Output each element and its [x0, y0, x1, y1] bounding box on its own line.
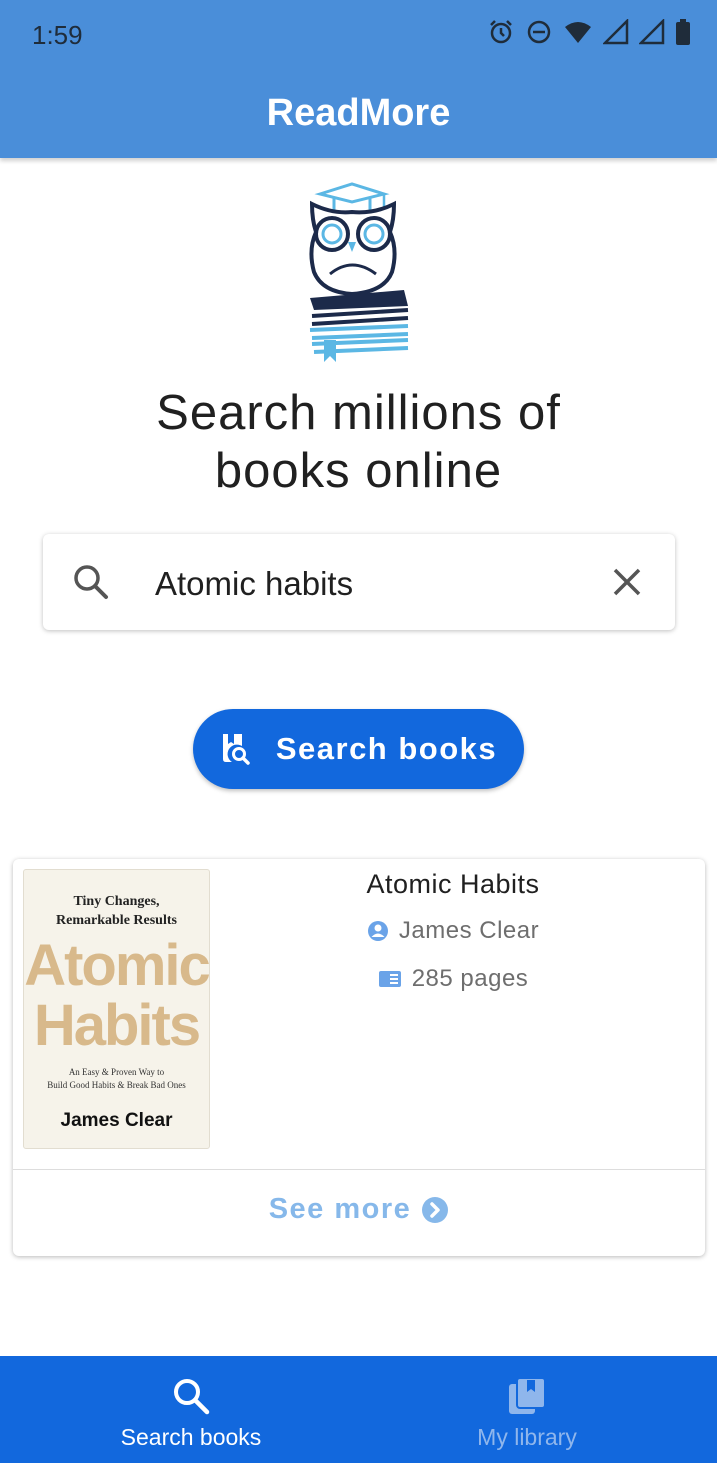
- nav-search-books[interactable]: Search books: [12, 1356, 370, 1463]
- nav-search-books-label: Search books: [120, 1424, 262, 1450]
- headline-line-2: books online: [214, 444, 503, 498]
- cover-word-2: Habits: [33, 993, 201, 1058]
- alarm-icon: [490, 20, 512, 44]
- book-result-card: Tiny Changes, Remarkable Results Atomic …: [13, 859, 705, 1256]
- search-input[interactable]: [155, 564, 595, 604]
- search-books-button-label: Search books: [275, 731, 498, 766]
- book-pages-row: 285 pages: [213, 965, 693, 993]
- cover-subtitle-line-1: Tiny Changes,: [73, 894, 160, 909]
- library-icon: [509, 1377, 546, 1414]
- nav-my-library-label: My library: [477, 1424, 577, 1450]
- book-author: James Clear: [398, 917, 540, 944]
- headline-line-1: Search millions of: [156, 386, 561, 440]
- card-divider: [13, 1169, 705, 1170]
- search-field[interactable]: [43, 534, 675, 630]
- book-cover[interactable]: Tiny Changes, Remarkable Results Atomic …: [23, 869, 210, 1149]
- book-author-row: James Clear: [213, 917, 693, 945]
- see-more-label: See more: [268, 1193, 412, 1225]
- page-headline: Search millions of books online: [0, 384, 717, 500]
- cover-author: James Clear: [60, 1110, 173, 1131]
- status-time: 1:59: [32, 20, 83, 50]
- see-more-button[interactable]: See more: [13, 1193, 705, 1226]
- cover-tagline-line-2: Build Good Habits & Break Bad Ones: [47, 1080, 186, 1090]
- book-title: Atomic Habits: [366, 869, 540, 899]
- cover-subtitle-line-2: Remarkable Results: [56, 913, 177, 928]
- book-search-icon: [222, 734, 250, 765]
- cover-tagline-line-1: An Easy & Proven Way to: [68, 1067, 165, 1077]
- book-pages: 285 pages: [411, 965, 529, 992]
- book-icon: [378, 971, 401, 987]
- do-not-disturb-icon: [527, 20, 551, 44]
- owl-on-books-icon: [309, 182, 409, 362]
- search-books-button[interactable]: Search books: [193, 709, 524, 789]
- app-bar: 1:59 ReadMore: [0, 0, 717, 158]
- close-icon[interactable]: [611, 566, 643, 598]
- battery-icon: [676, 19, 690, 45]
- cover-word-1: Atomic: [24, 933, 209, 998]
- search-icon: [74, 565, 108, 599]
- chevron-right-circle-icon: [422, 1196, 449, 1223]
- person-icon: [367, 921, 388, 941]
- app-title: ReadMore: [266, 92, 451, 134]
- signal-icon: [603, 19, 629, 45]
- status-icons: [487, 18, 691, 46]
- nav-my-library[interactable]: My library: [348, 1356, 706, 1463]
- wifi-icon: [565, 22, 591, 43]
- signal-icon: [639, 19, 665, 45]
- search-icon: [174, 1379, 210, 1415]
- bottom-navigation: Search books My library: [0, 1356, 717, 1463]
